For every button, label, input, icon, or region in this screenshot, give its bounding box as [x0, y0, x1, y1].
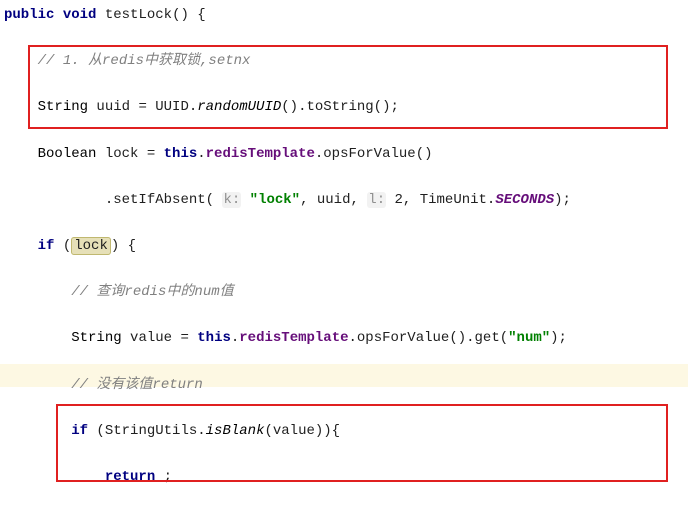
- code-line: .setIfAbsent( k: "lock", uuid, l: 2, Tim…: [4, 189, 680, 212]
- code-line: // 查询redis中的num值: [4, 281, 680, 304]
- highlight-box-1: [28, 45, 668, 129]
- highlight-box-2: [56, 404, 668, 482]
- code-line: // 没有该值return: [4, 374, 680, 397]
- code-editor: public void testLock() { // 1. 从redis中获取…: [0, 0, 688, 513]
- code-line: Boolean lock = this.redisTemplate.opsFor…: [4, 143, 680, 166]
- code-line: public void testLock() {: [4, 4, 680, 27]
- code-line: if (lock) {: [4, 235, 680, 258]
- code-line: String value = this.redisTemplate.opsFor…: [4, 327, 680, 350]
